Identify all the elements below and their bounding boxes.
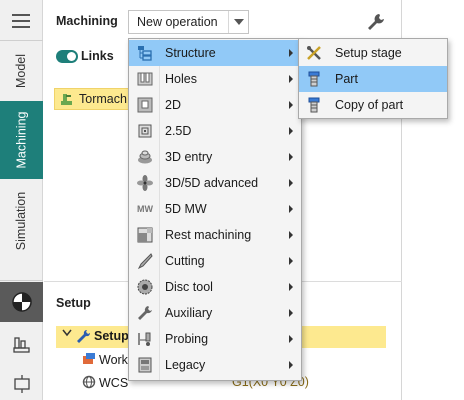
structure-icon xyxy=(136,44,154,62)
menu-item-label: 3D entry xyxy=(165,150,213,164)
tab-simulation-label: Simulation xyxy=(14,191,29,251)
probe-icon xyxy=(136,330,154,348)
collapse-chevron-icon[interactable] xyxy=(62,329,72,340)
app-window: Model Machining Simulation Machining New… xyxy=(0,0,464,400)
workpiece-icon xyxy=(83,353,95,364)
menu-item-label: Cutting xyxy=(165,254,205,268)
machine-tree-item[interactable]: Tormach xyxy=(54,88,130,110)
3d-entry-icon xyxy=(136,148,154,166)
legacy-icon xyxy=(136,356,154,374)
chevron-down-icon[interactable] xyxy=(228,11,248,33)
menu-item-label: Rest machining xyxy=(165,228,252,242)
menu-item-label: 5D MW xyxy=(165,202,207,216)
settings-wrench-icon[interactable] xyxy=(366,12,386,32)
fixture-button[interactable] xyxy=(0,328,43,362)
part-icon xyxy=(305,70,323,88)
submenu-arrow-icon xyxy=(289,257,293,265)
submenu-arrow-icon xyxy=(289,231,293,239)
tab-simulation[interactable]: Simulation xyxy=(0,179,43,263)
tab-machining[interactable]: Machining xyxy=(0,101,43,179)
menu-item-label: 2D xyxy=(165,98,181,112)
submenu-item-label: Setup stage xyxy=(335,46,402,60)
mw-icon-text: MW xyxy=(137,204,153,214)
workpiece-label: Work xyxy=(99,353,128,367)
submenu-arrow-icon xyxy=(289,153,293,161)
menu-item-5d-mw[interactable]: MW 5D MW xyxy=(129,196,301,222)
quadrant-circle-icon xyxy=(11,292,32,312)
structure-submenu: Setup stage Part Copy of part xyxy=(298,38,448,119)
submenu-arrow-icon xyxy=(289,283,293,291)
menu-item-label: 2.5D xyxy=(165,124,192,138)
divider xyxy=(0,280,43,281)
wrench-icon xyxy=(136,304,154,322)
menu-item-3d-entry[interactable]: 3D entry xyxy=(129,144,301,170)
wcs-globe-icon xyxy=(82,375,96,389)
submenu-arrow-icon xyxy=(289,49,293,57)
menu-item-label: Holes xyxy=(165,72,197,86)
disc-icon xyxy=(136,278,154,296)
new-operation-menu: Structure Holes 2D 2.5D 3D entry 3D/5D a… xyxy=(128,38,302,381)
view-mode-button[interactable] xyxy=(0,282,43,322)
stock-icon xyxy=(13,375,30,393)
setup-row-label: Setup xyxy=(94,329,129,343)
fan-icon xyxy=(136,174,154,192)
new-operation-dropdown[interactable]: New operation xyxy=(128,10,249,34)
menu-item-label: Disc tool xyxy=(165,280,213,294)
links-label: Links xyxy=(81,49,114,63)
menu-item-auxiliary[interactable]: Auxiliary xyxy=(129,300,301,326)
submenu-arrow-icon xyxy=(289,205,293,213)
setup-wrench-icon xyxy=(77,329,91,343)
submenu-arrow-icon xyxy=(289,127,293,135)
menu-item-label: Probing xyxy=(165,332,209,346)
menu-item-label: 3D/5D advanced xyxy=(165,176,259,190)
tools-icon xyxy=(305,44,323,62)
menu-item-3d-5d-advanced[interactable]: 3D/5D advanced xyxy=(129,170,301,196)
knife-icon xyxy=(136,252,154,270)
setup-section-title: Setup xyxy=(56,296,91,310)
menu-item-probing[interactable]: Probing xyxy=(129,326,301,352)
menu-item-structure[interactable]: Structure xyxy=(129,40,301,66)
tab-machining-label: Machining xyxy=(14,111,29,169)
submenu-arrow-icon xyxy=(289,309,293,317)
rest-machining-icon xyxy=(136,226,154,244)
submenu-arrow-icon xyxy=(289,179,293,187)
submenu-arrow-icon xyxy=(289,75,293,83)
menu-item-rest-machining[interactable]: Rest machining xyxy=(129,222,301,248)
submenu-item-setup-stage[interactable]: Setup stage xyxy=(299,40,447,66)
submenu-item-part[interactable]: Part xyxy=(299,66,447,92)
2d-icon xyxy=(136,96,154,114)
menu-item-cutting[interactable]: Cutting xyxy=(129,248,301,274)
2-5d-icon xyxy=(136,122,154,140)
left-tab-strip: Model Machining Simulation xyxy=(0,0,43,400)
wcs-label: WCS xyxy=(99,376,129,390)
menu-item-legacy[interactable]: Legacy xyxy=(129,352,301,378)
tab-model[interactable]: Model xyxy=(0,41,43,101)
menu-item-2-5d[interactable]: 2.5D xyxy=(129,118,301,144)
menu-item-disc-tool[interactable]: Disc tool xyxy=(129,274,301,300)
submenu-item-copy-of-part[interactable]: Copy of part xyxy=(299,92,447,118)
submenu-arrow-icon xyxy=(289,101,293,109)
copy-part-icon xyxy=(305,96,323,114)
submenu-item-label: Copy of part xyxy=(335,98,404,112)
submenu-item-label: Part xyxy=(335,72,358,86)
tab-model-label: Model xyxy=(14,53,29,89)
menu-item-holes[interactable]: Holes xyxy=(129,66,301,92)
menu-item-label: Structure xyxy=(165,46,216,60)
links-toggle[interactable] xyxy=(56,50,78,63)
submenu-arrow-icon xyxy=(289,335,293,343)
hamburger-menu-icon[interactable] xyxy=(12,14,30,28)
machine-icon xyxy=(61,94,72,105)
panel-title: Machining xyxy=(56,14,118,28)
stock-button[interactable] xyxy=(0,368,43,400)
mw-icon: MW xyxy=(136,200,154,218)
submenu-arrow-icon xyxy=(289,361,293,369)
menu-item-2d[interactable]: 2D xyxy=(129,92,301,118)
machine-label: Tormach xyxy=(79,92,127,106)
menu-item-label: Auxiliary xyxy=(165,306,213,320)
combo-value: New operation xyxy=(137,15,218,29)
menu-item-label: Legacy xyxy=(165,358,206,372)
holes-icon xyxy=(136,70,154,88)
fixture-icon xyxy=(12,337,30,353)
